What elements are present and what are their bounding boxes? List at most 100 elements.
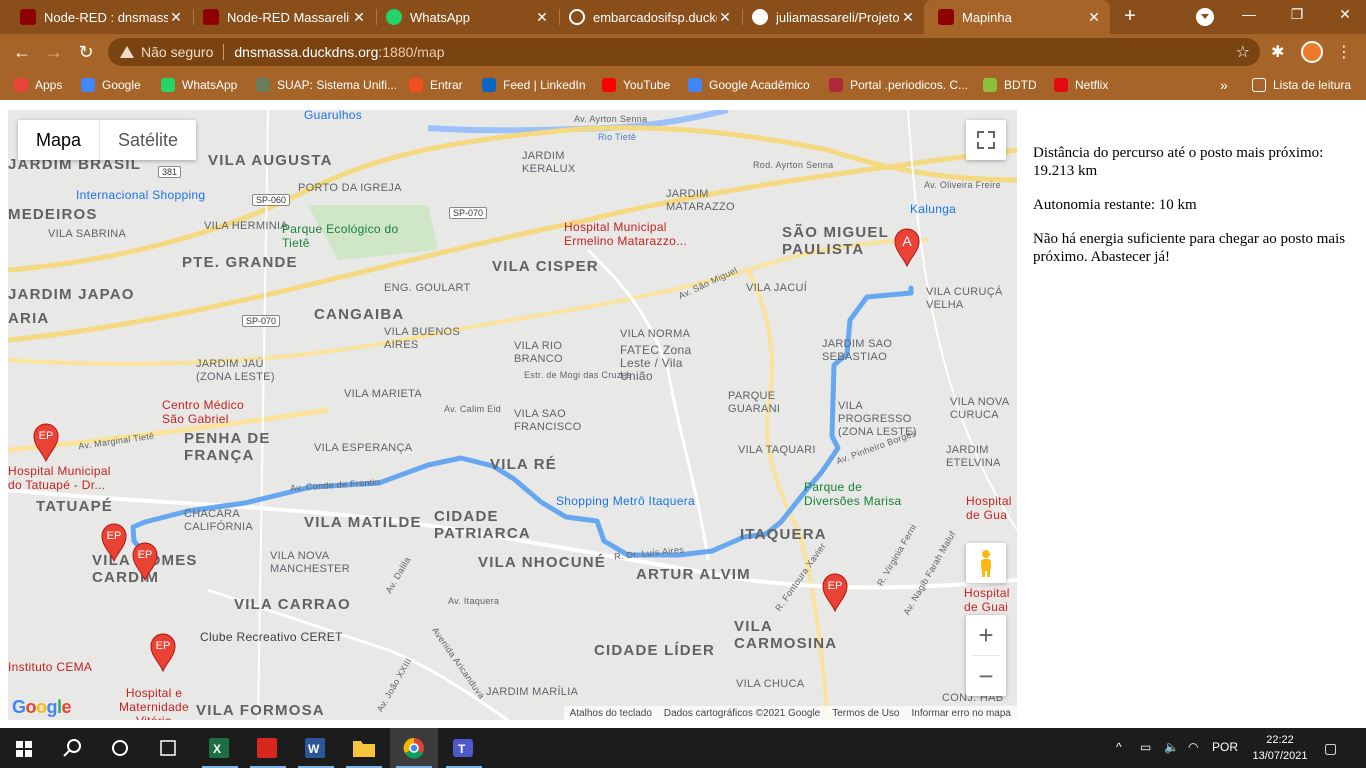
address-bar[interactable]: Não seguro dnsmassa.duckdns.org :1880/ma… <box>108 38 1260 66</box>
tab-search-icon[interactable] <box>1196 8 1214 26</box>
close-icon[interactable]: ✕ <box>168 9 184 26</box>
label-neighborhood: JARDIM JAÚ (ZONA LESTE) <box>196 358 275 383</box>
label-neighborhood: JARDIM MATARAZZO <box>666 188 735 213</box>
reload-button[interactable]: ↻ <box>74 40 98 64</box>
reading-list-button[interactable]: Lista de leitura <box>1252 76 1351 94</box>
start-button[interactable] <box>0 728 48 768</box>
back-button[interactable]: ← <box>10 40 34 64</box>
tab-mapinha[interactable]: Mapinha ✕ <box>924 0 1110 34</box>
charging-station-marker[interactable]: EP <box>100 522 128 562</box>
notifications-icon[interactable]: ▢ <box>1324 740 1337 757</box>
label-neighborhood: VILA CARMOSINA <box>734 618 838 652</box>
bookmark-apps[interactable]: Apps <box>14 76 62 94</box>
tab-node-red-2[interactable]: Node-RED Massareli D ✕ <box>189 0 375 34</box>
bookmark-youtube[interactable]: YouTube <box>602 76 670 94</box>
tab-node-red-1[interactable]: Node-RED : dnsmassa ✕ <box>6 0 192 34</box>
restore-button[interactable]: ❐ <box>1282 6 1312 23</box>
bookmark-suap[interactable]: SUAP: Sistema Unifi... <box>256 76 397 94</box>
minimize-button[interactable]: — <box>1234 6 1264 22</box>
taskbar-word[interactable]: W <box>292 728 340 768</box>
origin-marker[interactable]: A <box>893 227 921 267</box>
keyboard-shortcuts-link[interactable]: Atalhos do teclado <box>564 708 658 719</box>
taskbar-chrome[interactable] <box>390 728 438 768</box>
teams-icon: T <box>453 739 473 757</box>
more-bookmarks-button[interactable]: » <box>1220 76 1228 94</box>
battery-icon[interactable]: ▭ <box>1140 740 1151 754</box>
label-neighborhood: VILA RÉ <box>490 456 558 473</box>
marker-label: EP <box>156 640 171 652</box>
security-label[interactable]: Não seguro <box>141 44 213 60</box>
road-shield: SP-070 <box>449 207 488 219</box>
tab-strip: Node-RED : dnsmassa ✕ Node-RED Massareli… <box>0 0 1366 34</box>
zoom-in-button[interactable]: + <box>966 615 1006 655</box>
road-label: Av. Ayrton Senna <box>574 114 648 124</box>
bookmark-star-icon[interactable]: ☆ <box>1236 42 1250 62</box>
menu-icon[interactable]: ⋮ <box>1334 42 1354 62</box>
bookmark-google-academico[interactable]: Google Acadêmico <box>688 76 810 94</box>
search-button[interactable] <box>48 728 96 768</box>
terms-link[interactable]: Termos de Uso <box>826 708 905 719</box>
fullscreen-button[interactable] <box>966 120 1006 160</box>
label-poi: Parque de Diversões Marisa <box>804 480 902 508</box>
bookmarks-bar: Apps Google WhatsApp SUAP: Sistema Unifi… <box>0 70 1366 100</box>
close-window-button[interactable]: ✕ <box>1330 6 1360 23</box>
label-neighborhood: VILA HERMINIA <box>204 220 288 232</box>
zoom-out-button[interactable]: − <box>966 656 1006 696</box>
report-error-link[interactable]: Informar erro no mapa <box>906 708 1018 719</box>
charging-station-marker[interactable]: EP <box>821 572 849 612</box>
bookmark-label: Portal .periodicos. C... <box>850 78 969 92</box>
bookmark-entrar[interactable]: Entrar <box>409 76 463 94</box>
road-label: Av. Oliveira Freire <box>924 180 1001 190</box>
road-label: Av. Itaquera <box>448 596 500 606</box>
charging-station-marker[interactable]: EP <box>32 422 60 462</box>
task-view-button[interactable] <box>144 728 192 768</box>
label-neighborhood: VILA CISPER <box>492 258 599 275</box>
bookmark-netflix[interactable]: Netflix <box>1054 76 1108 94</box>
close-icon[interactable]: ✕ <box>900 9 916 26</box>
tab-embarcados[interactable]: embarcadosifsp.duckd ✕ <box>555 0 741 34</box>
show-hidden-icons[interactable]: ^ <box>1116 740 1122 754</box>
bookmark-whatsapp[interactable]: WhatsApp <box>161 76 237 94</box>
wifi-icon[interactable]: ◠ <box>1188 740 1198 754</box>
charging-station-marker[interactable]: EP <box>131 541 159 581</box>
close-icon[interactable]: ✕ <box>717 9 733 26</box>
bookmark-bdtd[interactable]: BDTD <box>983 76 1037 94</box>
warning-icon <box>120 46 134 58</box>
volume-icon[interactable]: 🔈 <box>1164 740 1179 754</box>
close-icon[interactable]: ✕ <box>1086 9 1102 26</box>
close-icon[interactable]: ✕ <box>534 9 550 26</box>
extensions-icon[interactable]: ✱ <box>1271 42 1284 62</box>
divider <box>223 44 225 60</box>
label-neighborhood: CIDADE PATRIARCA <box>434 508 531 542</box>
label-poi: FATEC Zona Leste / Vila União <box>620 343 692 383</box>
profile-avatar[interactable] <box>1301 41 1323 63</box>
label-neighborhood: ENG. GOULART <box>384 282 471 294</box>
taskbar-acrobat[interactable] <box>244 728 292 768</box>
tab-github[interactable]: juliamassareli/Projeto- ✕ <box>738 0 924 34</box>
label-neighborhood: VILA CARRAO <box>234 596 351 613</box>
tab-whatsapp[interactable]: WhatsApp ✕ <box>372 0 558 34</box>
info-panel: Distância do percurso até o posto mais p… <box>1033 144 1353 282</box>
map-type-satellite-button[interactable]: Satélite <box>99 120 196 160</box>
language-indicator[interactable]: POR <box>1212 740 1238 754</box>
node-red-icon <box>938 9 954 25</box>
cortana-button[interactable] <box>96 728 144 768</box>
apps-grid-icon <box>14 78 28 92</box>
forward-button[interactable]: → <box>42 40 66 64</box>
map-type-map-button[interactable]: Mapa <box>18 120 99 160</box>
google-logo[interactable]: Google <box>12 697 72 718</box>
clock[interactable]: 22:22 13/07/2021 <box>1248 732 1312 764</box>
close-icon[interactable]: ✕ <box>351 9 367 26</box>
bookmark-label: Google <box>102 78 141 92</box>
label-neighborhood: CANGAIBA <box>314 306 405 323</box>
bookmark-periodicos[interactable]: Portal .periodicos. C... <box>829 76 968 94</box>
bookmark-linkedin[interactable]: Feed | LinkedIn <box>482 76 586 94</box>
taskbar-excel[interactable]: X <box>196 728 244 768</box>
taskbar-teams[interactable]: T <box>440 728 488 768</box>
bookmark-google[interactable]: Google <box>81 76 141 94</box>
map[interactable]: Guarulhos Av. Ayrton Senna Rio Tietê Rod… <box>8 110 1017 720</box>
new-tab-button[interactable]: + <box>1118 4 1142 28</box>
charging-station-marker[interactable]: EP <box>149 632 177 672</box>
taskbar-file-explorer[interactable] <box>340 728 388 768</box>
street-view-pegman[interactable] <box>966 543 1006 583</box>
